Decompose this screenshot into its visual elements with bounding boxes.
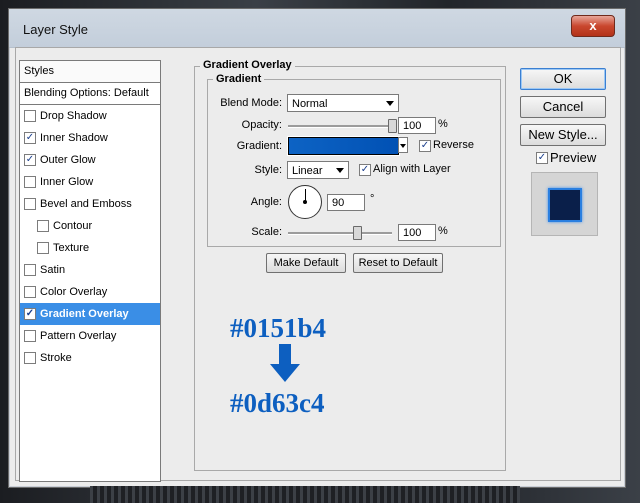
chevron-down-icon — [336, 168, 344, 173]
style-item-label: Texture — [53, 242, 90, 254]
gradient-label: Gradient: — [236, 140, 282, 152]
angle-unit: ° — [370, 193, 375, 205]
style-item-drop-shadow[interactable]: Drop Shadow — [20, 105, 160, 127]
reset-to-default-button[interactable]: Reset to Default — [353, 253, 443, 273]
dialog-body: Styles Blending Options: Default Drop Sh… — [15, 47, 621, 482]
style-item-inner-shadow[interactable]: ✓ Inner Shadow — [20, 127, 160, 149]
style-item-label: Bevel and Emboss — [40, 198, 132, 210]
cancel-button[interactable]: Cancel — [520, 96, 606, 118]
style-item-label: Outer Glow — [40, 154, 96, 166]
angle-input[interactable]: 90 — [327, 194, 365, 211]
style-checkbox[interactable] — [24, 286, 36, 298]
gradient-group-title: Gradient — [213, 73, 265, 85]
style-checkbox[interactable]: ✓ — [24, 132, 36, 144]
style-item-outer-glow[interactable]: ✓ Outer Glow — [20, 149, 160, 171]
style-checkbox[interactable] — [24, 352, 36, 364]
angle-label: Angle: — [250, 196, 282, 208]
chevron-down-icon — [386, 101, 394, 106]
scale-slider-thumb[interactable] — [352, 226, 362, 240]
blend-mode-value: Normal — [292, 98, 328, 110]
align-check-box[interactable]: ✓ — [359, 164, 371, 176]
angle-center-dot — [303, 200, 307, 204]
style-item-gradient-overlay[interactable]: ✓ Gradient Overlay — [20, 303, 160, 325]
blending-options-item[interactable]: Blending Options: Default — [20, 83, 160, 105]
scale-label: Scale: — [251, 226, 282, 238]
style-item-label: Pattern Overlay — [40, 330, 117, 342]
style-item-contour[interactable]: Contour — [20, 215, 160, 237]
style-item-label: Gradient Overlay — [40, 308, 129, 320]
opacity-slider-track[interactable] — [288, 125, 392, 128]
style-checkbox[interactable] — [37, 220, 49, 232]
style-item-label: Color Overlay — [40, 286, 108, 298]
style-checkbox[interactable] — [37, 242, 49, 254]
style-item-label: Stroke — [40, 352, 72, 364]
reverse-check-box[interactable]: ✓ — [419, 140, 431, 152]
style-checkbox[interactable] — [24, 330, 36, 342]
style-item-label: Inner Shadow — [40, 132, 108, 144]
panel-title: Gradient Overlay — [200, 59, 295, 71]
angle-dial[interactable] — [288, 185, 322, 219]
style-item-satin[interactable]: Satin — [20, 259, 160, 281]
style-item-inner-glow[interactable]: Inner Glow — [20, 171, 160, 193]
scale-input[interactable]: 100 — [398, 224, 436, 241]
align-with-layer-label: Align with Layer — [373, 163, 451, 175]
style-checkbox[interactable]: ✓ — [24, 154, 36, 166]
preview-check-box[interactable]: ✓ — [536, 152, 548, 164]
annotation-start-color: #0151b4 — [230, 313, 327, 343]
scale-slider-track[interactable] — [288, 232, 392, 235]
style-checkbox[interactable] — [24, 198, 36, 210]
style-item-label: Inner Glow — [40, 176, 94, 188]
close-button[interactable]: x — [571, 15, 615, 37]
style-checkbox[interactable]: ✓ — [24, 308, 36, 320]
new-style-button[interactable]: New Style... — [520, 124, 606, 146]
scale-unit: % — [438, 225, 448, 237]
style-item-color-overlay[interactable]: Color Overlay — [20, 281, 160, 303]
style-checkbox[interactable] — [24, 176, 36, 188]
style-checkbox[interactable] — [24, 264, 36, 276]
style-label: Style: — [254, 164, 282, 176]
style-item-bevel-and-emboss[interactable]: Bevel and Emboss — [20, 193, 160, 215]
style-preview — [531, 172, 598, 236]
style-item-pattern-overlay[interactable]: Pattern Overlay — [20, 325, 160, 347]
down-arrow-icon — [270, 344, 300, 382]
style-checkbox[interactable] — [24, 110, 36, 122]
styles-list: Styles Blending Options: Default Drop Sh… — [19, 60, 161, 482]
annotation-end-color: #0d63c4 — [230, 388, 325, 418]
gradient-swatch[interactable] — [287, 136, 400, 156]
title-bar[interactable]: Layer Style x — [9, 9, 625, 48]
style-item-label: Contour — [53, 220, 93, 232]
style-item-texture[interactable]: Texture — [20, 237, 160, 259]
opacity-label: Opacity: — [241, 119, 282, 131]
ok-button[interactable]: OK — [520, 68, 606, 90]
style-dropdown[interactable]: Linear — [287, 161, 349, 179]
make-default-button[interactable]: Make Default — [266, 253, 346, 273]
style-item-stroke[interactable]: Stroke — [20, 347, 160, 369]
blend-mode-label: Blend Mode: — [220, 97, 282, 109]
preview-label: Preview — [550, 150, 597, 165]
layer-style-dialog: Layer Style x Styles Blending Options: D… — [8, 8, 626, 488]
style-item-label: Satin — [40, 264, 66, 276]
style-value: Linear — [292, 165, 323, 177]
background-texture-strip — [90, 486, 520, 503]
window-title: Layer Style — [23, 22, 89, 37]
styles-header[interactable]: Styles — [20, 61, 160, 83]
opacity-slider-thumb[interactable] — [388, 119, 397, 133]
reverse-label: Reverse — [433, 139, 474, 151]
blend-mode-dropdown[interactable]: Normal — [287, 94, 399, 112]
opacity-input[interactable]: 100 — [398, 117, 436, 134]
gradient-picker-arrow[interactable] — [398, 137, 408, 153]
opacity-unit: % — [438, 118, 448, 130]
style-item-label: Drop Shadow — [40, 110, 107, 122]
preview-swatch — [548, 188, 582, 222]
